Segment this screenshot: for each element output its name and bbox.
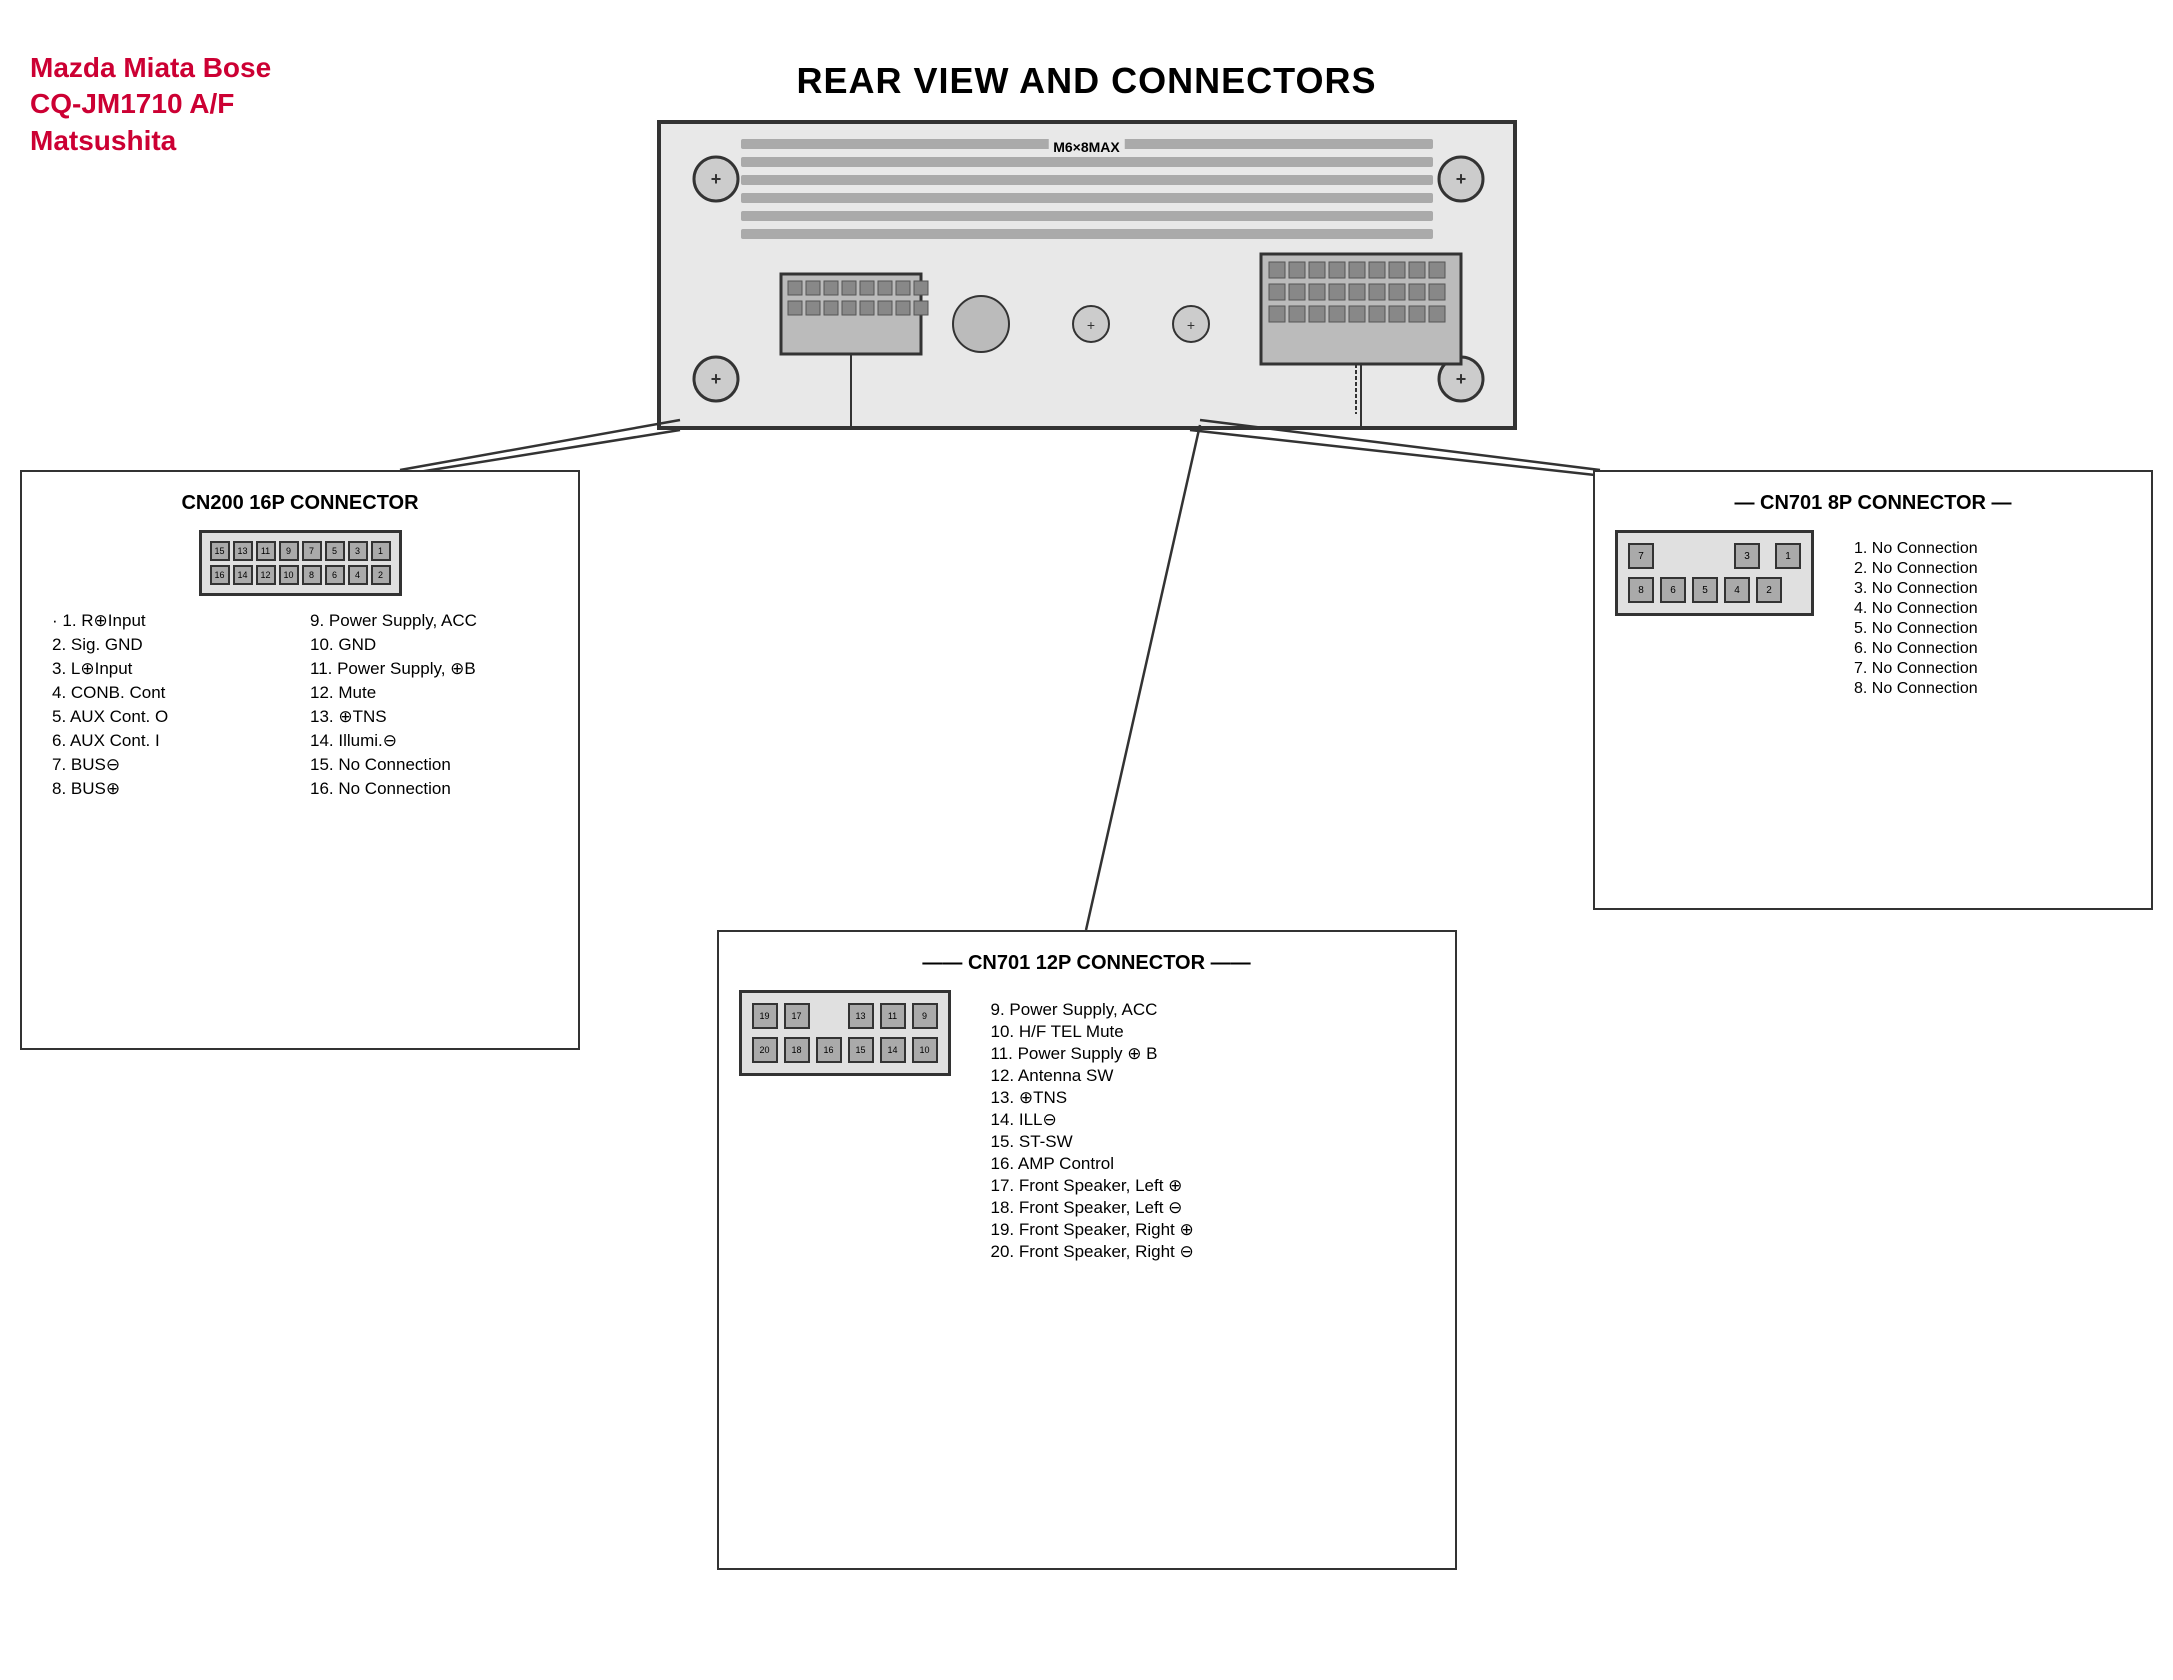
pin-item: 19. Front Speaker, Right ⊕ [991, 1220, 1194, 1240]
cn200-title: CN200 16P CONNECTOR [42, 492, 558, 515]
pin-item: 1. No Connection [1854, 540, 1978, 558]
svg-text:+: + [1186, 317, 1194, 333]
pin-item: 15. ST-SW [991, 1132, 1194, 1152]
cn701-8p-title: — CN701 8P CONNECTOR — [1615, 492, 2131, 515]
pin-item: 7. BUS⊖ [52, 755, 290, 775]
pin-item: 5. AUX Cont. O [52, 707, 290, 727]
pin-item: 15. No Connection [310, 755, 548, 775]
pin-item: 3. No Connection [1854, 580, 1978, 598]
cn701-12p-diagram: 19 17 13 11 9 20 18 16 15 14 10 [739, 990, 951, 1076]
svg-text:+: + [710, 169, 721, 189]
pin-item: 14. ILL⊖ [991, 1110, 1194, 1130]
cn701-12p-box: —— CN701 12P CONNECTOR —— 19 17 13 11 9 … [717, 930, 1457, 1570]
svg-text:+: + [710, 369, 721, 389]
pin-item: 8. No Connection [1854, 680, 1978, 698]
pin-item: 14. Illumi.⊖ [310, 731, 548, 751]
pin-item: 9. Power Supply, ACC [310, 611, 548, 631]
brand-line3: Matsushita [30, 123, 271, 159]
pin-item: 11. Power Supply ⊕ B [991, 1044, 1194, 1064]
unit-diagram-svg: + + + + + + [661, 124, 1513, 426]
pin-item: 4. CONB. Cont [52, 683, 290, 703]
pin-item: 2. No Connection [1854, 560, 1978, 578]
pin-item: 8. BUS⊕ [52, 779, 290, 799]
svg-text:+: + [1086, 317, 1094, 333]
pin-item: 10. GND [310, 635, 548, 655]
cn701-12p-content: 19 17 13 11 9 20 18 16 15 14 10 9. Power… [739, 990, 1435, 1262]
pin-item: 6. AUX Cont. I [52, 731, 290, 751]
pin-item: 13. ⊕TNS [310, 707, 548, 727]
pin-item: 10. H/F TEL Mute [991, 1022, 1194, 1042]
pin-item: · 1. R⊕Input [52, 611, 290, 631]
pin-item: 16. AMP Control [991, 1154, 1194, 1174]
cn200-box: CN200 16P CONNECTOR 15 13 11 9 7 5 3 1 1… [20, 470, 580, 1050]
cn701-12p-title: —— CN701 12P CONNECTOR —— [739, 952, 1435, 975]
cn701-8p-box: — CN701 8P CONNECTOR — 7 3 1 8 6 5 4 2 1… [1593, 470, 2153, 910]
unit-body: M6×8MAX + + + + [657, 120, 1517, 430]
pin-item: 7. No Connection [1854, 660, 1978, 678]
cn701-12p-pin-list: 9. Power Supply, ACC 10. H/F TEL Mute 11… [991, 1000, 1194, 1262]
pin-item: 18. Front Speaker, Left ⊖ [991, 1198, 1194, 1218]
pin-item: 6. No Connection [1854, 640, 1978, 658]
pin-item: 12. Antenna SW [991, 1066, 1194, 1086]
pin-item: 9. Power Supply, ACC [991, 1000, 1194, 1020]
page-title: REAR VIEW AND CONNECTORS [0, 30, 2173, 102]
pin-item: 16. No Connection [310, 779, 548, 799]
pin-item: 2. Sig. GND [52, 635, 290, 655]
pin-item: 13. ⊕TNS [991, 1088, 1194, 1108]
pin-item: 20. Front Speaker, Right ⊖ [991, 1242, 1194, 1262]
pin-item: 17. Front Speaker, Left ⊕ [991, 1176, 1194, 1196]
pin-item: 11. Power Supply, ⊕B [310, 659, 548, 679]
pin-item: 12. Mute [310, 683, 548, 703]
pin-item: 5. No Connection [1854, 620, 1978, 638]
cn701-8p-content: 7 3 1 8 6 5 4 2 1. No Connection 2. No C… [1615, 530, 2131, 698]
cn200-diagram: 15 13 11 9 7 5 3 1 16 14 12 10 8 6 4 2 [42, 530, 558, 596]
pin-item: 3. L⊕Input [52, 659, 290, 679]
pin-item: 4. No Connection [1854, 600, 1978, 618]
cn701-8p-diagram: 7 3 1 8 6 5 4 2 [1615, 530, 1814, 616]
svg-text:+: + [1455, 169, 1466, 189]
svg-text:+: + [1455, 369, 1466, 389]
cn200-pin-list: · 1. R⊕Input 9. Power Supply, ACC 2. Sig… [42, 611, 558, 799]
cn701-8p-pin-list: 1. No Connection 2. No Connection 3. No … [1854, 540, 1978, 698]
